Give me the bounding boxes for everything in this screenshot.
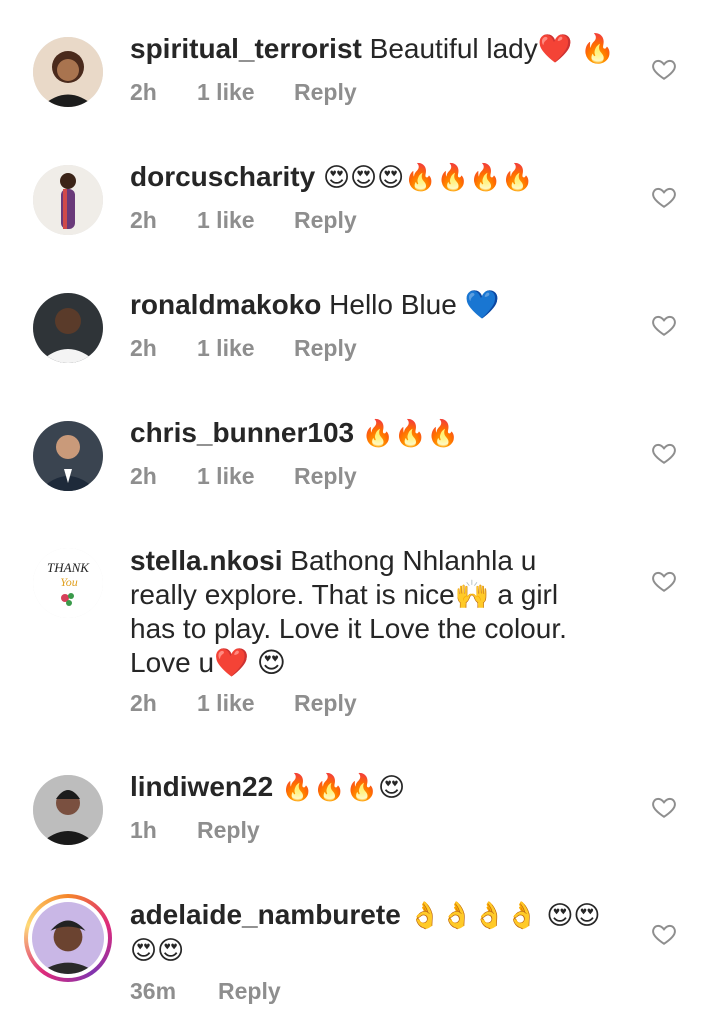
comment-body: Beautiful lady❤️ 🔥 <box>369 33 616 64</box>
comment-time: 1h <box>130 817 157 843</box>
comment-body: 🔥🔥🔥 <box>361 419 460 449</box>
comment-meta: 36m Reply <box>130 978 281 1005</box>
comment-text: spiritual_terrorist Beautiful lady❤️ 🔥 <box>130 32 620 66</box>
reply-button[interactable]: Reply <box>294 463 357 490</box>
like-heart-icon[interactable] <box>651 56 677 82</box>
comment-meta: 2h 1 like Reply <box>130 335 357 362</box>
comment-username[interactable]: lindiwen22 <box>130 771 273 802</box>
comment-likes[interactable]: 1 like <box>197 335 294 362</box>
comment-text: chris_bunner103 🔥🔥🔥 <box>130 416 620 451</box>
comment-meta: 2h 1 like Reply <box>130 79 357 106</box>
comment-meta: 2h 1 like Reply <box>130 690 357 717</box>
reply-button[interactable]: Reply <box>218 978 281 1005</box>
avatar-text-thank: THANK <box>47 560 90 575</box>
comment-time: 36m <box>130 978 177 1004</box>
comment-meta: 2h 1 like Reply <box>130 207 357 234</box>
comment-username[interactable]: stella.nkosi <box>130 545 283 576</box>
comment-time: 2h <box>130 335 157 361</box>
comment-text: dorcuscharity 😍😍😍🔥🔥🔥🔥 <box>130 160 620 195</box>
avatar[interactable] <box>33 775 103 845</box>
comment-text: adelaide_namburete 👌👌👌👌 😍😍 😍😍 <box>130 898 610 968</box>
story-ring-avatar[interactable] <box>24 894 112 982</box>
like-heart-icon[interactable] <box>651 921 677 947</box>
like-heart-icon[interactable] <box>651 184 677 210</box>
comment-body: 😍😍😍🔥🔥🔥🔥 <box>322 163 534 193</box>
comment-time: 2h <box>130 79 157 105</box>
comment-username[interactable]: ronaldmakoko <box>130 289 321 320</box>
comment-time: 2h <box>130 690 157 716</box>
comment-body: 🔥🔥🔥😍 <box>280 773 406 803</box>
comment-body: Hello Blue 💙 <box>329 289 500 320</box>
like-heart-icon[interactable] <box>651 568 677 594</box>
like-heart-icon[interactable] <box>651 312 677 338</box>
comment-time: 2h <box>130 207 157 233</box>
reply-button[interactable]: Reply <box>294 335 357 362</box>
reply-button[interactable]: Reply <box>294 79 357 106</box>
avatar[interactable] <box>33 165 103 235</box>
avatar[interactable] <box>33 37 103 107</box>
comment-likes[interactable]: 1 like <box>197 79 294 106</box>
comment-likes[interactable]: 1 like <box>197 690 294 717</box>
comment-username[interactable]: adelaide_namburete <box>130 899 401 930</box>
comment-likes[interactable]: 1 like <box>197 463 294 490</box>
comment-text: lindiwen22 🔥🔥🔥😍 <box>130 770 620 805</box>
like-heart-icon[interactable] <box>651 794 677 820</box>
avatar-inner <box>28 898 108 978</box>
comment-username[interactable]: dorcuscharity <box>130 161 315 192</box>
comment-meta: 1h Reply <box>130 817 260 844</box>
comment-text: stella.nkosi Bathong Nhlanhla u really e… <box>130 544 610 680</box>
reply-button[interactable]: Reply <box>294 690 357 717</box>
comment-meta: 2h 1 like Reply <box>130 463 357 490</box>
comment-username[interactable]: spiritual_terrorist <box>130 33 362 64</box>
avatar[interactable] <box>33 421 103 491</box>
reply-button[interactable]: Reply <box>294 207 357 234</box>
avatar[interactable]: THANK You <box>33 548 103 618</box>
reply-button[interactable]: Reply <box>197 817 260 844</box>
comment-text: ronaldmakoko Hello Blue 💙 <box>130 288 620 322</box>
avatar-text-you: You <box>60 575 78 589</box>
avatar <box>32 902 104 974</box>
like-heart-icon[interactable] <box>651 440 677 466</box>
avatar[interactable] <box>33 293 103 363</box>
comment-time: 2h <box>130 463 157 489</box>
comment-username[interactable]: chris_bunner103 <box>130 417 354 448</box>
comment-likes[interactable]: 1 like <box>197 207 294 234</box>
